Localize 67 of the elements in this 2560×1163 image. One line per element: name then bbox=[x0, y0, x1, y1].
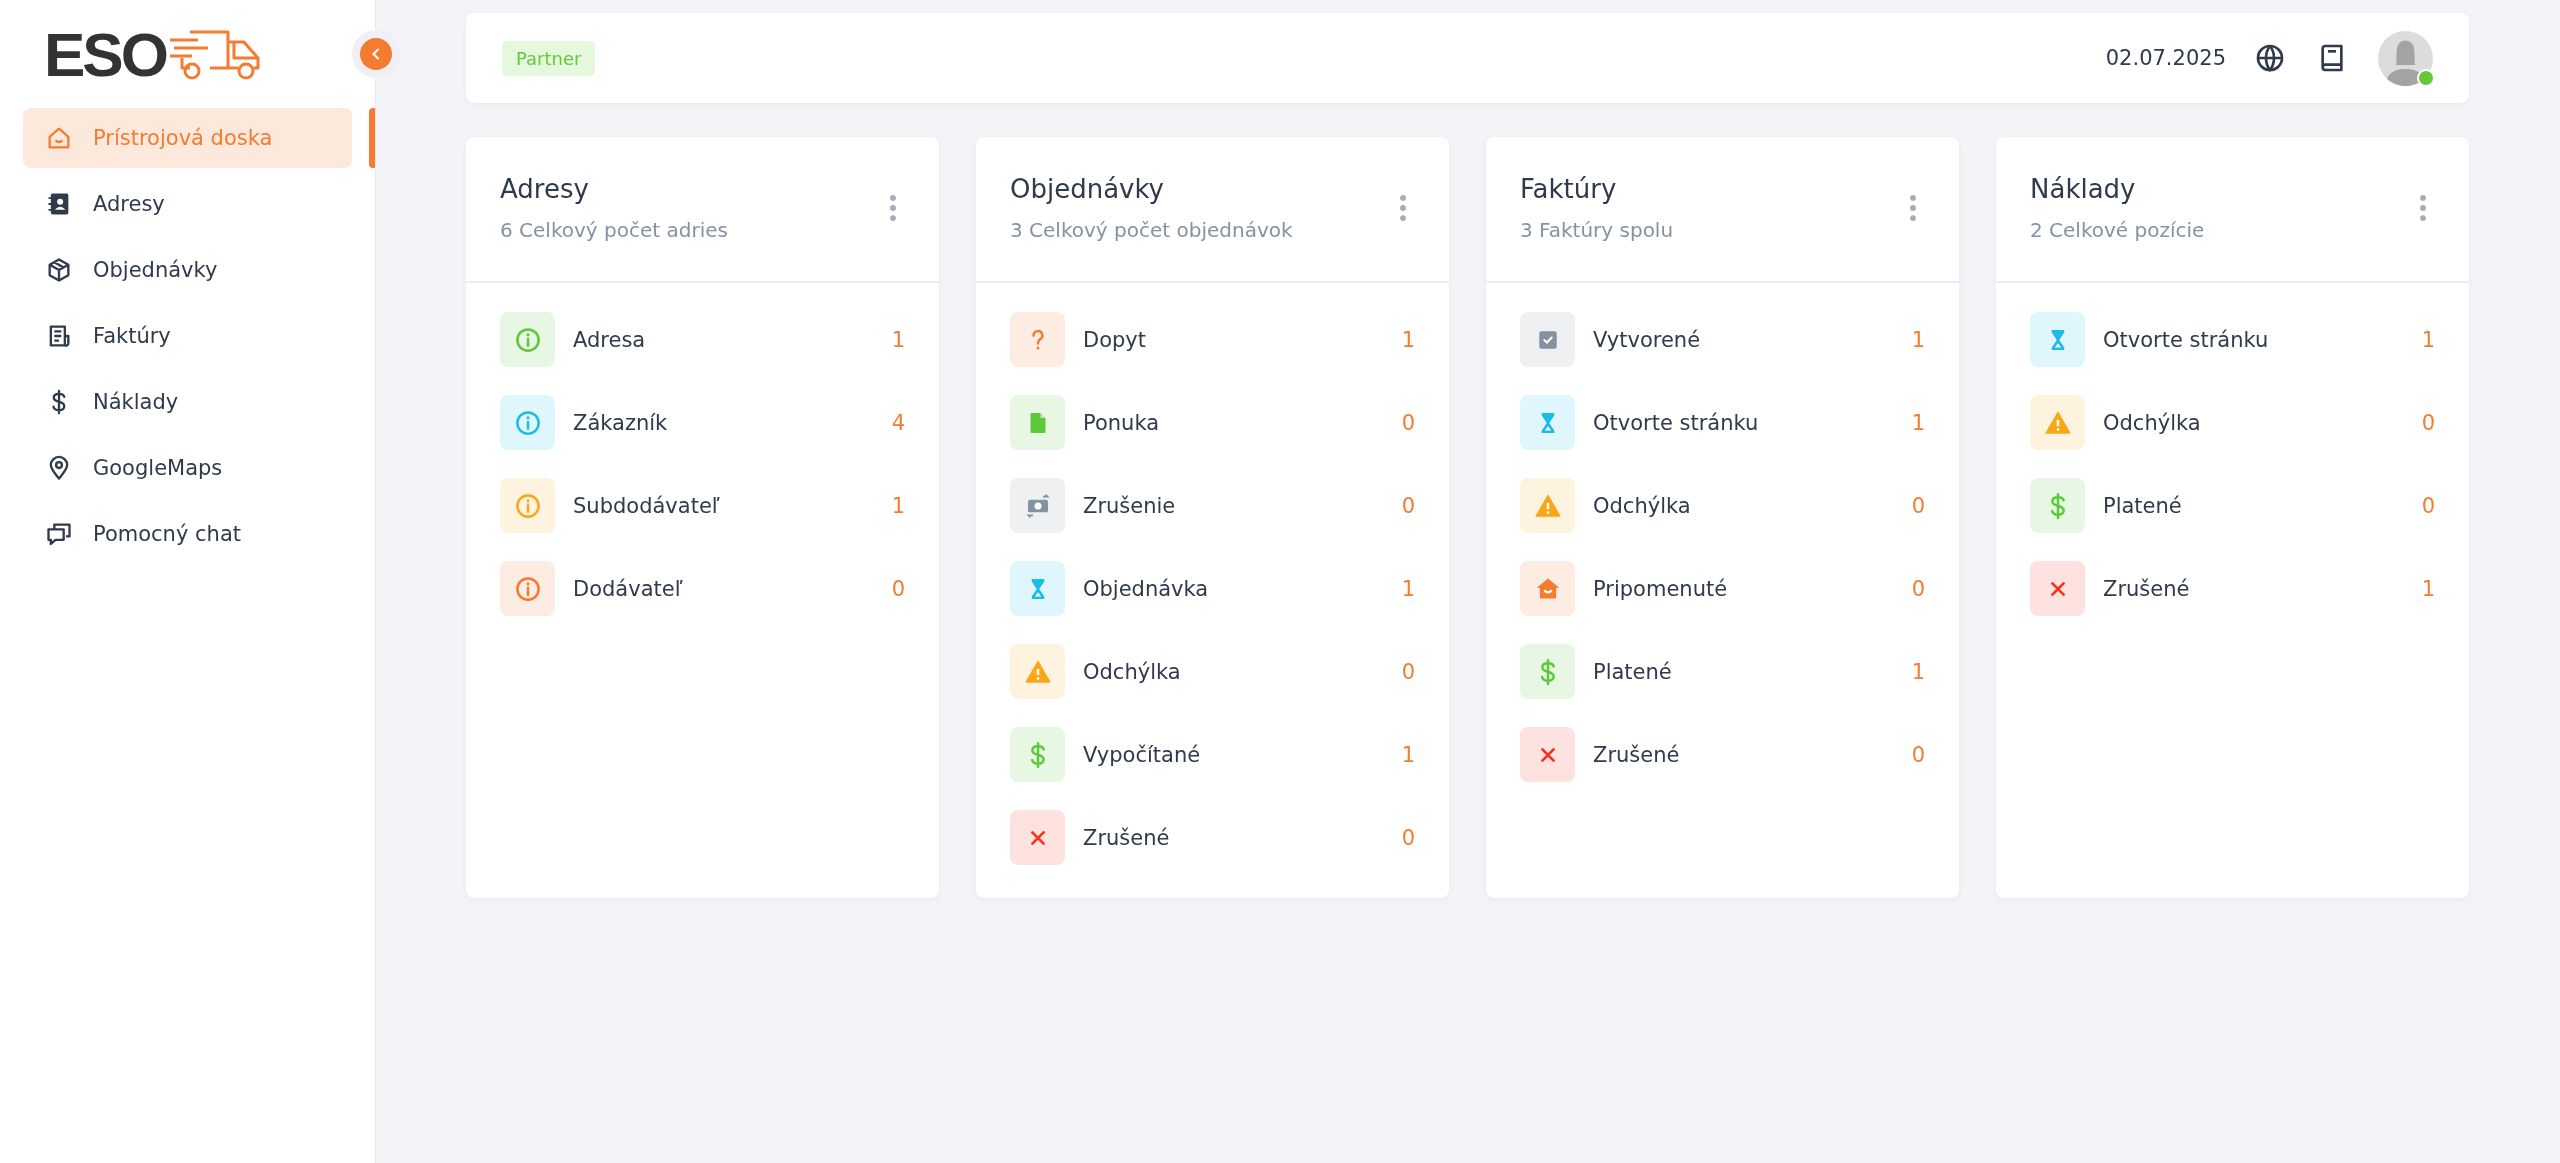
sidebar-item[interactable]: Objednávky bbox=[23, 240, 352, 300]
logo-text: ESO bbox=[44, 24, 166, 86]
row-count: 1 bbox=[1911, 410, 1925, 435]
row-label: Dopyt bbox=[1083, 327, 1147, 352]
card-subtitle: 3 Celkový počet objednávok bbox=[1010, 218, 1294, 242]
row-count: 0 bbox=[2421, 410, 2435, 435]
row-label: Vytvorené bbox=[1593, 327, 1702, 352]
row-count: 0 bbox=[891, 576, 905, 601]
row-count: 1 bbox=[1911, 327, 1925, 352]
row-label: Subdodávateľ bbox=[573, 493, 721, 518]
row-label: Zrušené bbox=[2103, 576, 2191, 601]
active-indicator bbox=[369, 108, 375, 168]
row-count: 1 bbox=[1401, 327, 1415, 352]
row-count: 0 bbox=[1401, 493, 1415, 518]
row-count: 1 bbox=[891, 327, 905, 352]
collapse-button[interactable] bbox=[360, 38, 392, 70]
row-count: 1 bbox=[891, 493, 905, 518]
row-label: Zrušenie bbox=[1083, 493, 1177, 518]
row-label: Platené bbox=[1593, 659, 1673, 684]
sidebar-item[interactable]: Faktúry bbox=[23, 306, 352, 366]
row-label: Zrušené bbox=[1083, 825, 1171, 850]
sidebar-item[interactable]: Pomocný chat bbox=[23, 504, 352, 564]
row-label: Platené bbox=[2103, 493, 2183, 518]
row-label: Otvorte stránku bbox=[2103, 327, 2270, 352]
row-label: Zrušené bbox=[1593, 742, 1681, 767]
row-count: 1 bbox=[1401, 742, 1415, 767]
more-vertical-icon bbox=[2420, 195, 2426, 221]
row-label: Adresa bbox=[573, 327, 647, 352]
row-count: 0 bbox=[2421, 493, 2435, 518]
role-badge: Partner bbox=[502, 40, 596, 76]
row-count: 0 bbox=[1911, 493, 1925, 518]
row-count: 1 bbox=[1401, 576, 1415, 601]
row-count: 4 bbox=[891, 410, 905, 435]
sidebar-item[interactable]: Náklady bbox=[23, 372, 352, 432]
more-vertical-icon bbox=[1910, 195, 1916, 221]
date-text: 02.07.2025 bbox=[2105, 46, 2226, 70]
row-count: 1 bbox=[2421, 576, 2435, 601]
row-count: 0 bbox=[1911, 742, 1925, 767]
row-count: 0 bbox=[1401, 825, 1415, 850]
row-label: Otvorte stránku bbox=[1593, 410, 1760, 435]
row-label: Objednávka bbox=[1083, 576, 1210, 601]
card-title: Faktúry bbox=[1520, 174, 1618, 204]
row-count: 1 bbox=[2421, 327, 2435, 352]
row-count: 0 bbox=[1401, 659, 1415, 684]
row-count: 0 bbox=[1401, 410, 1415, 435]
row-count: 0 bbox=[1911, 576, 1925, 601]
row-label: Odchýlka bbox=[1593, 493, 1692, 518]
sidebar-item[interactable]: GoogleMaps bbox=[23, 438, 352, 498]
card-title: Adresy bbox=[500, 174, 590, 204]
row-label: Odchýlka bbox=[1083, 659, 1182, 684]
row-label: Pripomenuté bbox=[1593, 576, 1729, 601]
row-label: Ponuka bbox=[1083, 410, 1161, 435]
row-count: 1 bbox=[1911, 659, 1925, 684]
row-label: Dodávateľ bbox=[573, 576, 684, 601]
row-label: Vypočítané bbox=[1083, 742, 1202, 767]
more-vertical-icon bbox=[1400, 195, 1406, 221]
card-subtitle: 6 Celkový počet adries bbox=[500, 218, 729, 242]
more-vertical-icon bbox=[890, 195, 896, 221]
row-label: Odchýlka bbox=[2103, 410, 2202, 435]
row-label: Zákazník bbox=[573, 410, 669, 435]
card-title: Náklady bbox=[2030, 174, 2137, 204]
sidebar-item[interactable]: Adresy bbox=[23, 174, 352, 234]
card-title: Objednávky bbox=[1010, 174, 1165, 204]
avatar-silhouette[interactable] bbox=[2378, 30, 2433, 86]
card-subtitle: 3 Faktúry spolu bbox=[1520, 218, 1675, 242]
globe-icon[interactable] bbox=[2254, 42, 2286, 74]
card-subtitle: 2 Celkové pozície bbox=[2030, 218, 2206, 242]
